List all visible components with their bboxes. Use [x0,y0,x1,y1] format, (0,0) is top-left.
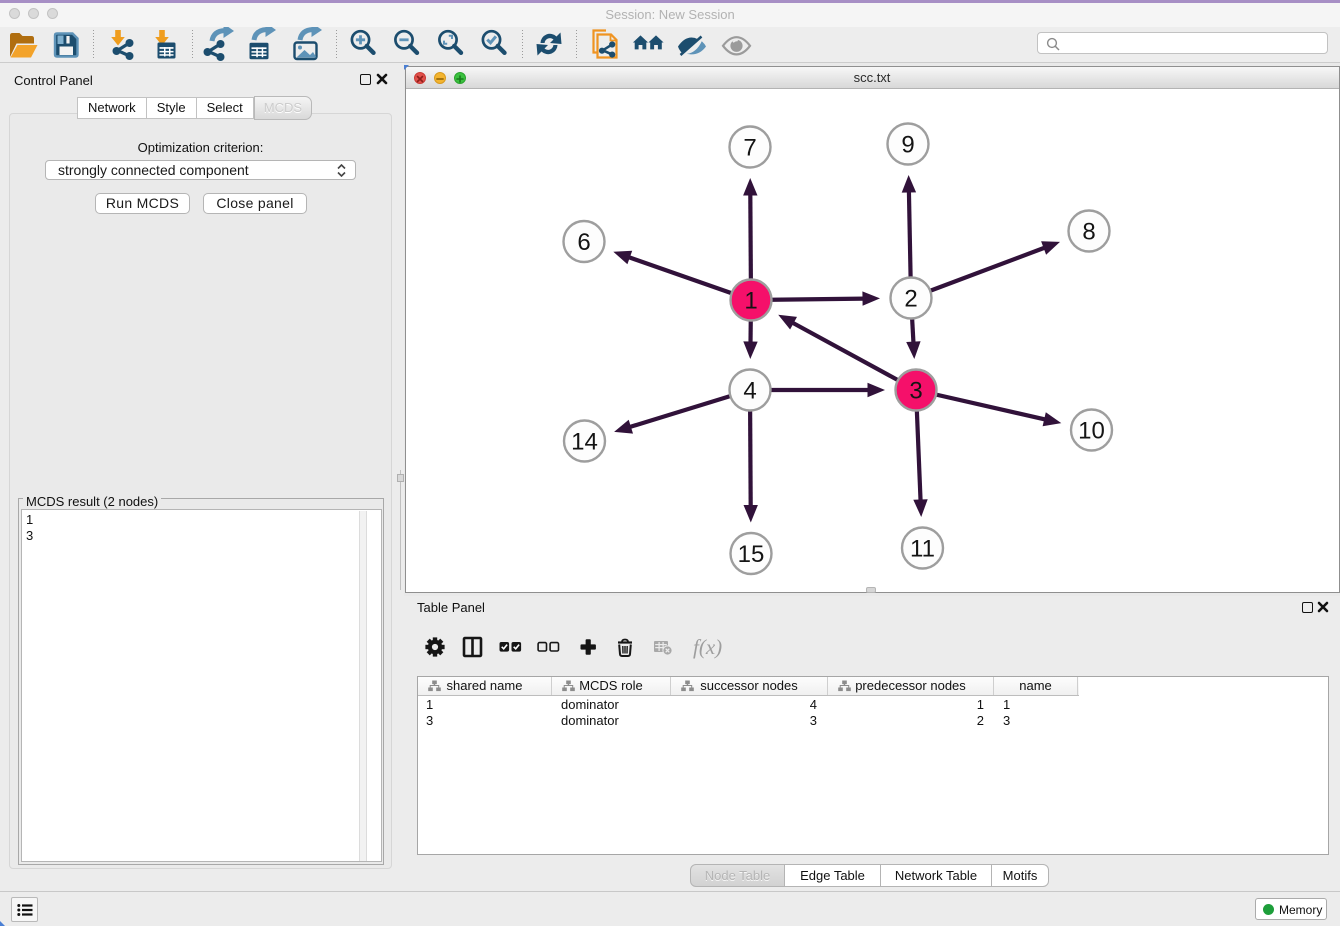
svg-text:3: 3 [909,378,922,405]
svg-text:10: 10 [1078,418,1105,445]
svg-text:1: 1 [744,288,757,315]
svg-text:9: 9 [901,132,914,159]
svg-text:4: 4 [743,378,756,405]
svg-text:7: 7 [743,135,756,162]
svg-text:6: 6 [577,229,590,256]
svg-text:f(x): f(x) [693,635,722,659]
svg-text:2: 2 [904,286,917,313]
svg-text:15: 15 [737,541,764,568]
svg-text:11: 11 [910,536,935,563]
svg-text:14: 14 [571,429,598,456]
svg-text:8: 8 [1082,219,1095,246]
